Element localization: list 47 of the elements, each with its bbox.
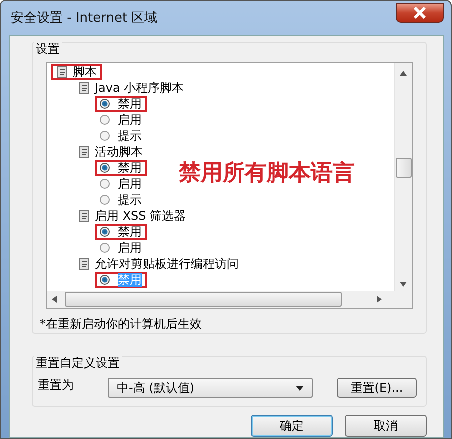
scroll-thumb[interactable]: [65, 292, 342, 307]
horizontal-scrollbar[interactable]: [47, 291, 412, 308]
tree-item[interactable]: Java 小程序脚本: [73, 80, 190, 96]
radio-button[interactable]: [100, 163, 110, 173]
script-icon: [78, 82, 91, 94]
radio-option[interactable]: 启用: [95, 112, 147, 128]
scroll-thumb[interactable]: [396, 158, 412, 178]
radio-button[interactable]: [100, 131, 110, 141]
right-arrow-icon[interactable]: [377, 296, 382, 303]
down-arrow-icon[interactable]: [400, 282, 407, 287]
radio-option[interactable]: 提示: [95, 128, 147, 144]
script-icon: [56, 66, 69, 78]
field-label: 重置为: [38, 376, 75, 394]
reset-button[interactable]: 重置(E)...: [337, 378, 417, 398]
dropdown-arrow-icon: [296, 386, 304, 390]
radio-option[interactable]: 提示: [95, 192, 147, 208]
annotation-text: 禁用所有脚本语言: [179, 160, 355, 188]
script-icon: [78, 258, 91, 270]
tree-item[interactable]: 启用 XSS 筛选器: [73, 208, 192, 224]
vertical-scrollbar[interactable]: [394, 63, 412, 291]
radio-button[interactable]: [100, 99, 110, 109]
tree-item[interactable]: 脚本: [51, 64, 102, 80]
radio-button[interactable]: [100, 243, 110, 253]
radio-button[interactable]: [100, 179, 110, 189]
radio-option[interactable]: 启用: [95, 176, 147, 192]
radio-button[interactable]: [100, 195, 110, 205]
radio-option[interactable]: 禁用: [95, 160, 147, 176]
group-label: 重置自定义设置: [34, 355, 122, 372]
close-button[interactable]: [396, 3, 444, 23]
radio-option[interactable]: 启用: [95, 240, 147, 256]
up-arrow-icon[interactable]: [400, 71, 407, 76]
left-arrow-icon[interactable]: [52, 296, 57, 303]
radio-button[interactable]: [100, 115, 110, 125]
radio-option[interactable]: 禁用: [95, 96, 147, 112]
radio-button[interactable]: [100, 275, 110, 285]
window-title: 安全设置 - Internet 区域: [10, 10, 158, 27]
note-text: *在重新启动你的计算机后生效: [40, 316, 202, 333]
radio-option[interactable]: 禁用: [95, 224, 147, 240]
script-icon: [78, 146, 91, 158]
cancel-button[interactable]: 取消: [345, 415, 427, 437]
level-dropdown[interactable]: 中-高 (默认值): [108, 378, 313, 398]
radio-button[interactable]: [100, 227, 110, 237]
tree-item[interactable]: 活动脚本: [73, 144, 148, 160]
tree-item[interactable]: 允许对剪贴板进行编程访问: [73, 256, 244, 272]
close-icon: [413, 7, 427, 19]
script-icon: [78, 210, 91, 222]
ok-button[interactable]: 确定: [251, 415, 333, 437]
